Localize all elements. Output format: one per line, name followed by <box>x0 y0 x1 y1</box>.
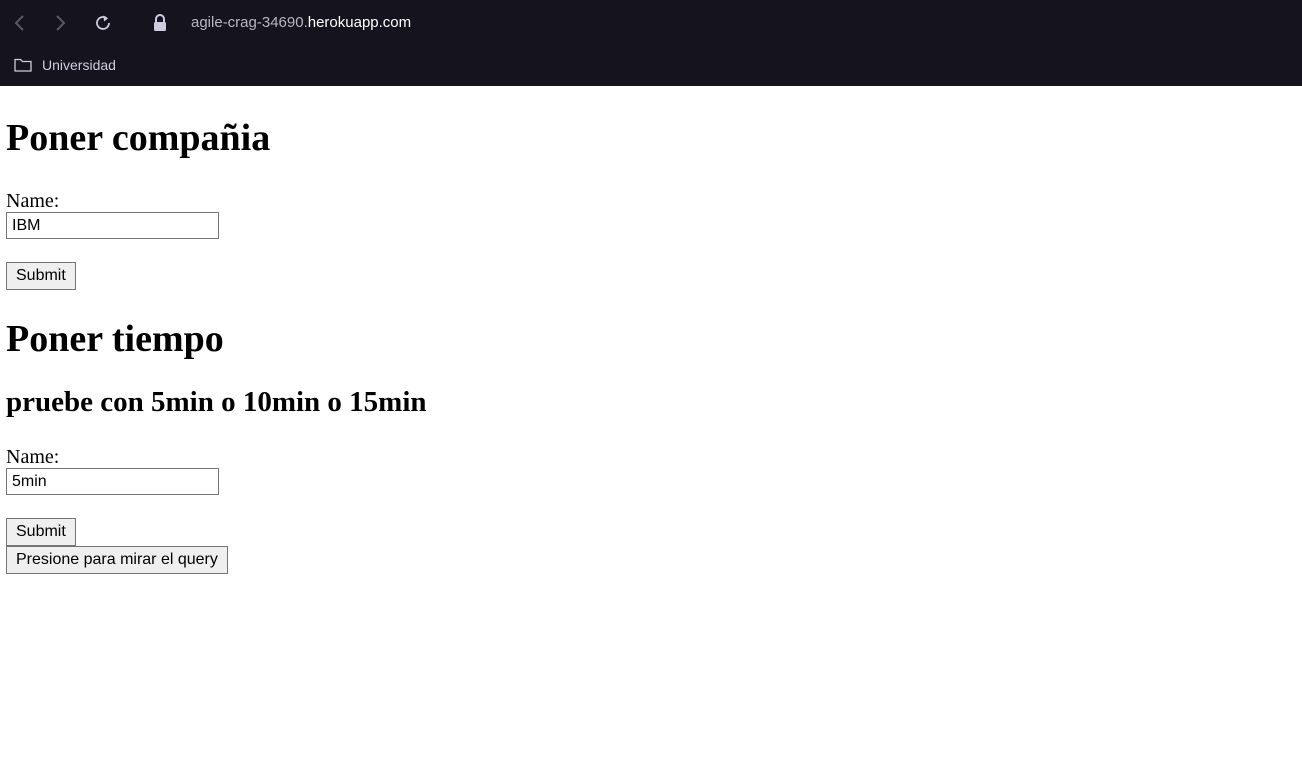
reload-button[interactable] <box>91 11 115 35</box>
company-submit-button[interactable]: Submit <box>6 262 76 290</box>
reload-icon <box>96 15 110 30</box>
forward-icon <box>56 15 66 31</box>
company-name-input[interactable] <box>6 212 219 239</box>
time-heading: Poner tiempo <box>6 318 224 360</box>
bookmark-folder-universidad[interactable]: Universidad <box>14 53 116 77</box>
lock-icon[interactable] <box>151 13 169 33</box>
url-domain: herokuapp.com <box>307 14 412 31</box>
address-bar[interactable]: agile-crag-34690.herokuapp.com <box>191 13 411 33</box>
time-name-input[interactable] <box>6 468 219 495</box>
folder-icon <box>14 58 32 72</box>
time-hint: pruebe con 5min o 10min o 15min <box>6 386 427 418</box>
page-content: Poner compañia Name: Submit Poner tiempo… <box>0 116 1302 574</box>
time-form: Name: Submit <box>6 446 1296 546</box>
company-heading: Poner compañia <box>6 117 271 159</box>
time-submit-button[interactable]: Submit <box>6 518 76 546</box>
forward-button[interactable] <box>48 11 72 35</box>
company-form: Name: Submit <box>6 190 1296 290</box>
url-subdomain: agile-crag-34690. <box>191 14 308 31</box>
query-button[interactable]: Presione para mirar el query <box>6 546 228 574</box>
browser-toolbar: agile-crag-34690.herokuapp.com <box>0 0 1302 46</box>
company-name-label: Name: <box>6 190 60 212</box>
bookmarks-bar: Universidad <box>0 46 1302 86</box>
back-icon <box>14 15 24 31</box>
bookmark-folder-label: Universidad <box>42 57 116 73</box>
browser-chrome: agile-crag-34690.herokuapp.com Universid… <box>0 0 1302 86</box>
time-name-label: Name: <box>6 446 60 468</box>
back-button[interactable] <box>8 11 32 35</box>
